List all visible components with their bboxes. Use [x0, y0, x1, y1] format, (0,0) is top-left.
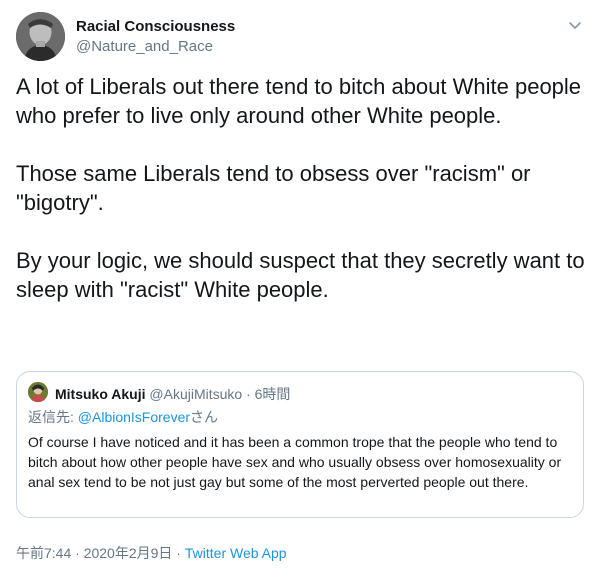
reply-mention-link[interactable]: @AlbionIsForever [78, 409, 190, 425]
quoted-handle[interactable]: @AkujiMitsuko [149, 386, 242, 402]
tweet-date[interactable]: 2020年2月9日 [84, 545, 173, 561]
author-handle[interactable]: @Nature_and_Race [76, 38, 213, 55]
meta-separator: · [172, 545, 185, 561]
reply-prefix: 返信先: [28, 409, 78, 425]
reply-suffix: さん [190, 409, 219, 425]
tweet-time[interactable]: 午前7:44 [16, 545, 71, 561]
tweet-source-link[interactable]: Twitter Web App [185, 545, 287, 561]
meta-separator: · [71, 545, 84, 561]
author-display-name[interactable]: Racial Consciousness [76, 18, 235, 35]
quoted-separator: · [246, 386, 251, 402]
chevron-down-icon[interactable] [566, 16, 584, 34]
tweet: Racial Consciousness @Nature_and_Race A … [0, 0, 600, 574]
quoted-time[interactable]: 6時間 [255, 386, 291, 402]
author-avatar[interactable] [16, 12, 65, 61]
quoted-avatar-image [28, 382, 48, 402]
quoted-reply-context: 返信先: @AlbionIsForeverさん [28, 407, 218, 427]
quoted-display-name[interactable]: Mitsuko Akuji [55, 386, 146, 402]
author-avatar-image [16, 12, 65, 61]
tweet-meta: 午前7:44 · 2020年2月9日 · Twitter Web App [16, 543, 287, 563]
tweet-text: A lot of Liberals out there tend to bitc… [16, 74, 585, 302]
quoted-author-avatar[interactable] [28, 382, 48, 402]
quoted-tweet-text: Of course I have noticed and it has been… [28, 434, 562, 490]
quoted-tweet[interactable]: Mitsuko Akuji @AkujiMitsuko · 6時間 返信先: @… [16, 371, 584, 518]
quoted-header: Mitsuko Akuji @AkujiMitsuko · 6時間 [55, 384, 290, 404]
